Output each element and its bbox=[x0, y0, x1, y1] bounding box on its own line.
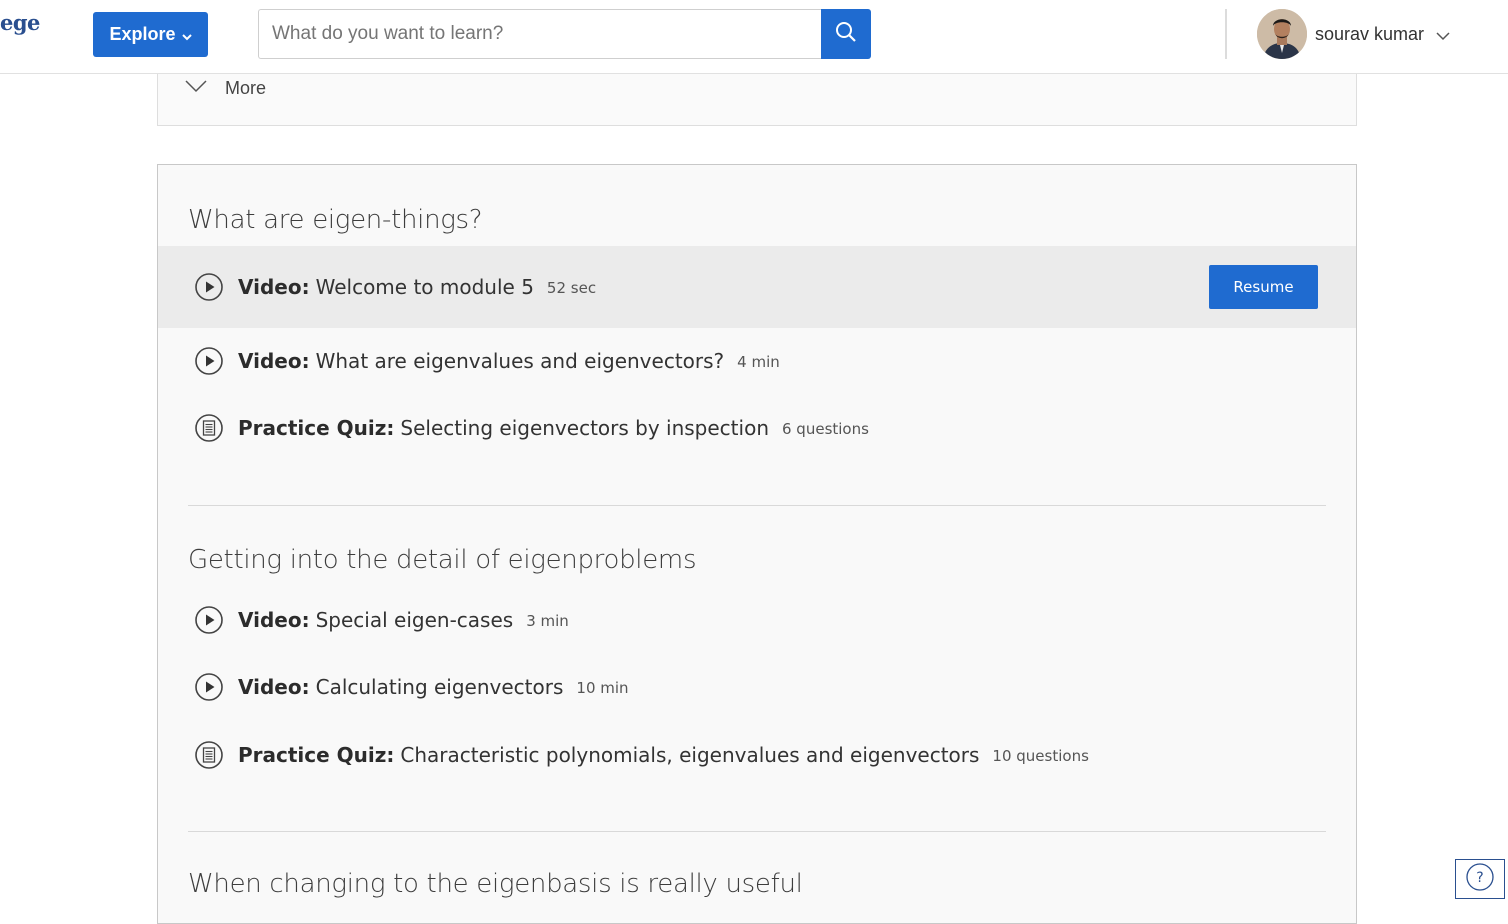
item-type: Video: bbox=[238, 608, 310, 632]
top-header: ege Explore sourav kumar bbox=[0, 0, 1508, 74]
item-type: Practice Quiz: bbox=[238, 416, 395, 440]
header-divider bbox=[1225, 9, 1227, 59]
lesson-item[interactable]: Practice Quiz: Selecting eigenvectors by… bbox=[158, 405, 1356, 451]
item-name: Selecting eigenvectors by inspection bbox=[400, 416, 769, 440]
search-button[interactable] bbox=[821, 9, 871, 59]
lesson-title: What are eigen-things? bbox=[188, 205, 483, 235]
more-label: More bbox=[225, 78, 267, 98]
module-panel: What are eigen-things? Video: Welcome to… bbox=[157, 164, 1357, 924]
user-name[interactable]: sourav kumar bbox=[1315, 24, 1424, 45]
search-icon bbox=[835, 21, 857, 48]
item-question-count: 10 questions bbox=[992, 747, 1089, 765]
lesson-title: Getting into the detail of eigenproblems bbox=[188, 545, 697, 575]
play-circle-icon bbox=[195, 273, 223, 301]
lesson-divider bbox=[188, 505, 1326, 506]
item-name: Special eigen-cases bbox=[315, 608, 514, 632]
svg-text:?: ? bbox=[1476, 870, 1483, 886]
item-duration: 52 sec bbox=[546, 279, 597, 297]
avatar[interactable] bbox=[1257, 9, 1307, 59]
help-button[interactable]: ? bbox=[1455, 859, 1505, 899]
search-field[interactable] bbox=[258, 9, 822, 59]
more-toggle[interactable]: More bbox=[185, 78, 266, 99]
lesson-title: When changing to the eigenbasis is reall… bbox=[188, 869, 803, 899]
item-duration: 3 min bbox=[526, 612, 569, 630]
play-circle-icon bbox=[195, 347, 223, 375]
search-input[interactable] bbox=[259, 10, 822, 58]
chevron-down-icon[interactable] bbox=[1436, 28, 1450, 46]
lesson-item[interactable]: Video: Calculating eigenvectors 10 min bbox=[158, 664, 1356, 710]
help-icon: ? bbox=[1465, 862, 1495, 897]
item-duration: 10 min bbox=[576, 679, 629, 697]
play-circle-icon bbox=[195, 606, 223, 634]
item-name: What are eigenvalues and eigenvectors? bbox=[315, 349, 725, 373]
lesson-divider bbox=[188, 831, 1326, 832]
item-type: Video: bbox=[238, 675, 310, 699]
resume-button[interactable]: Resume bbox=[1209, 265, 1318, 309]
explore-button[interactable]: Explore bbox=[93, 12, 208, 57]
item-type: Video: bbox=[238, 275, 310, 299]
lesson-item[interactable]: Video: What are eigenvalues and eigenvec… bbox=[158, 338, 1356, 384]
lesson-item[interactable]: Practice Quiz: Characteristic polynomial… bbox=[158, 732, 1356, 778]
site-logo[interactable]: ege bbox=[0, 10, 40, 35]
item-name: Calculating eigenvectors bbox=[315, 675, 564, 699]
explore-label: Explore bbox=[109, 24, 176, 44]
lesson-item-active[interactable]: Video: Welcome to module 5 52 sec Resume bbox=[158, 246, 1356, 328]
quiz-list-icon bbox=[195, 741, 223, 769]
item-question-count: 6 questions bbox=[782, 420, 869, 438]
chevron-down-icon bbox=[185, 79, 207, 98]
play-circle-icon bbox=[195, 673, 223, 701]
item-name: Characteristic polynomials, eigenvalues … bbox=[400, 743, 980, 767]
item-type: Video: bbox=[238, 349, 310, 373]
item-duration: 4 min bbox=[737, 353, 780, 371]
item-type: Practice Quiz: bbox=[238, 743, 395, 767]
item-name: Welcome to module 5 bbox=[315, 275, 534, 299]
chevron-down-icon bbox=[181, 25, 192, 46]
lesson-item[interactable]: Video: Special eigen-cases 3 min bbox=[158, 597, 1356, 643]
quiz-list-icon bbox=[195, 414, 223, 442]
